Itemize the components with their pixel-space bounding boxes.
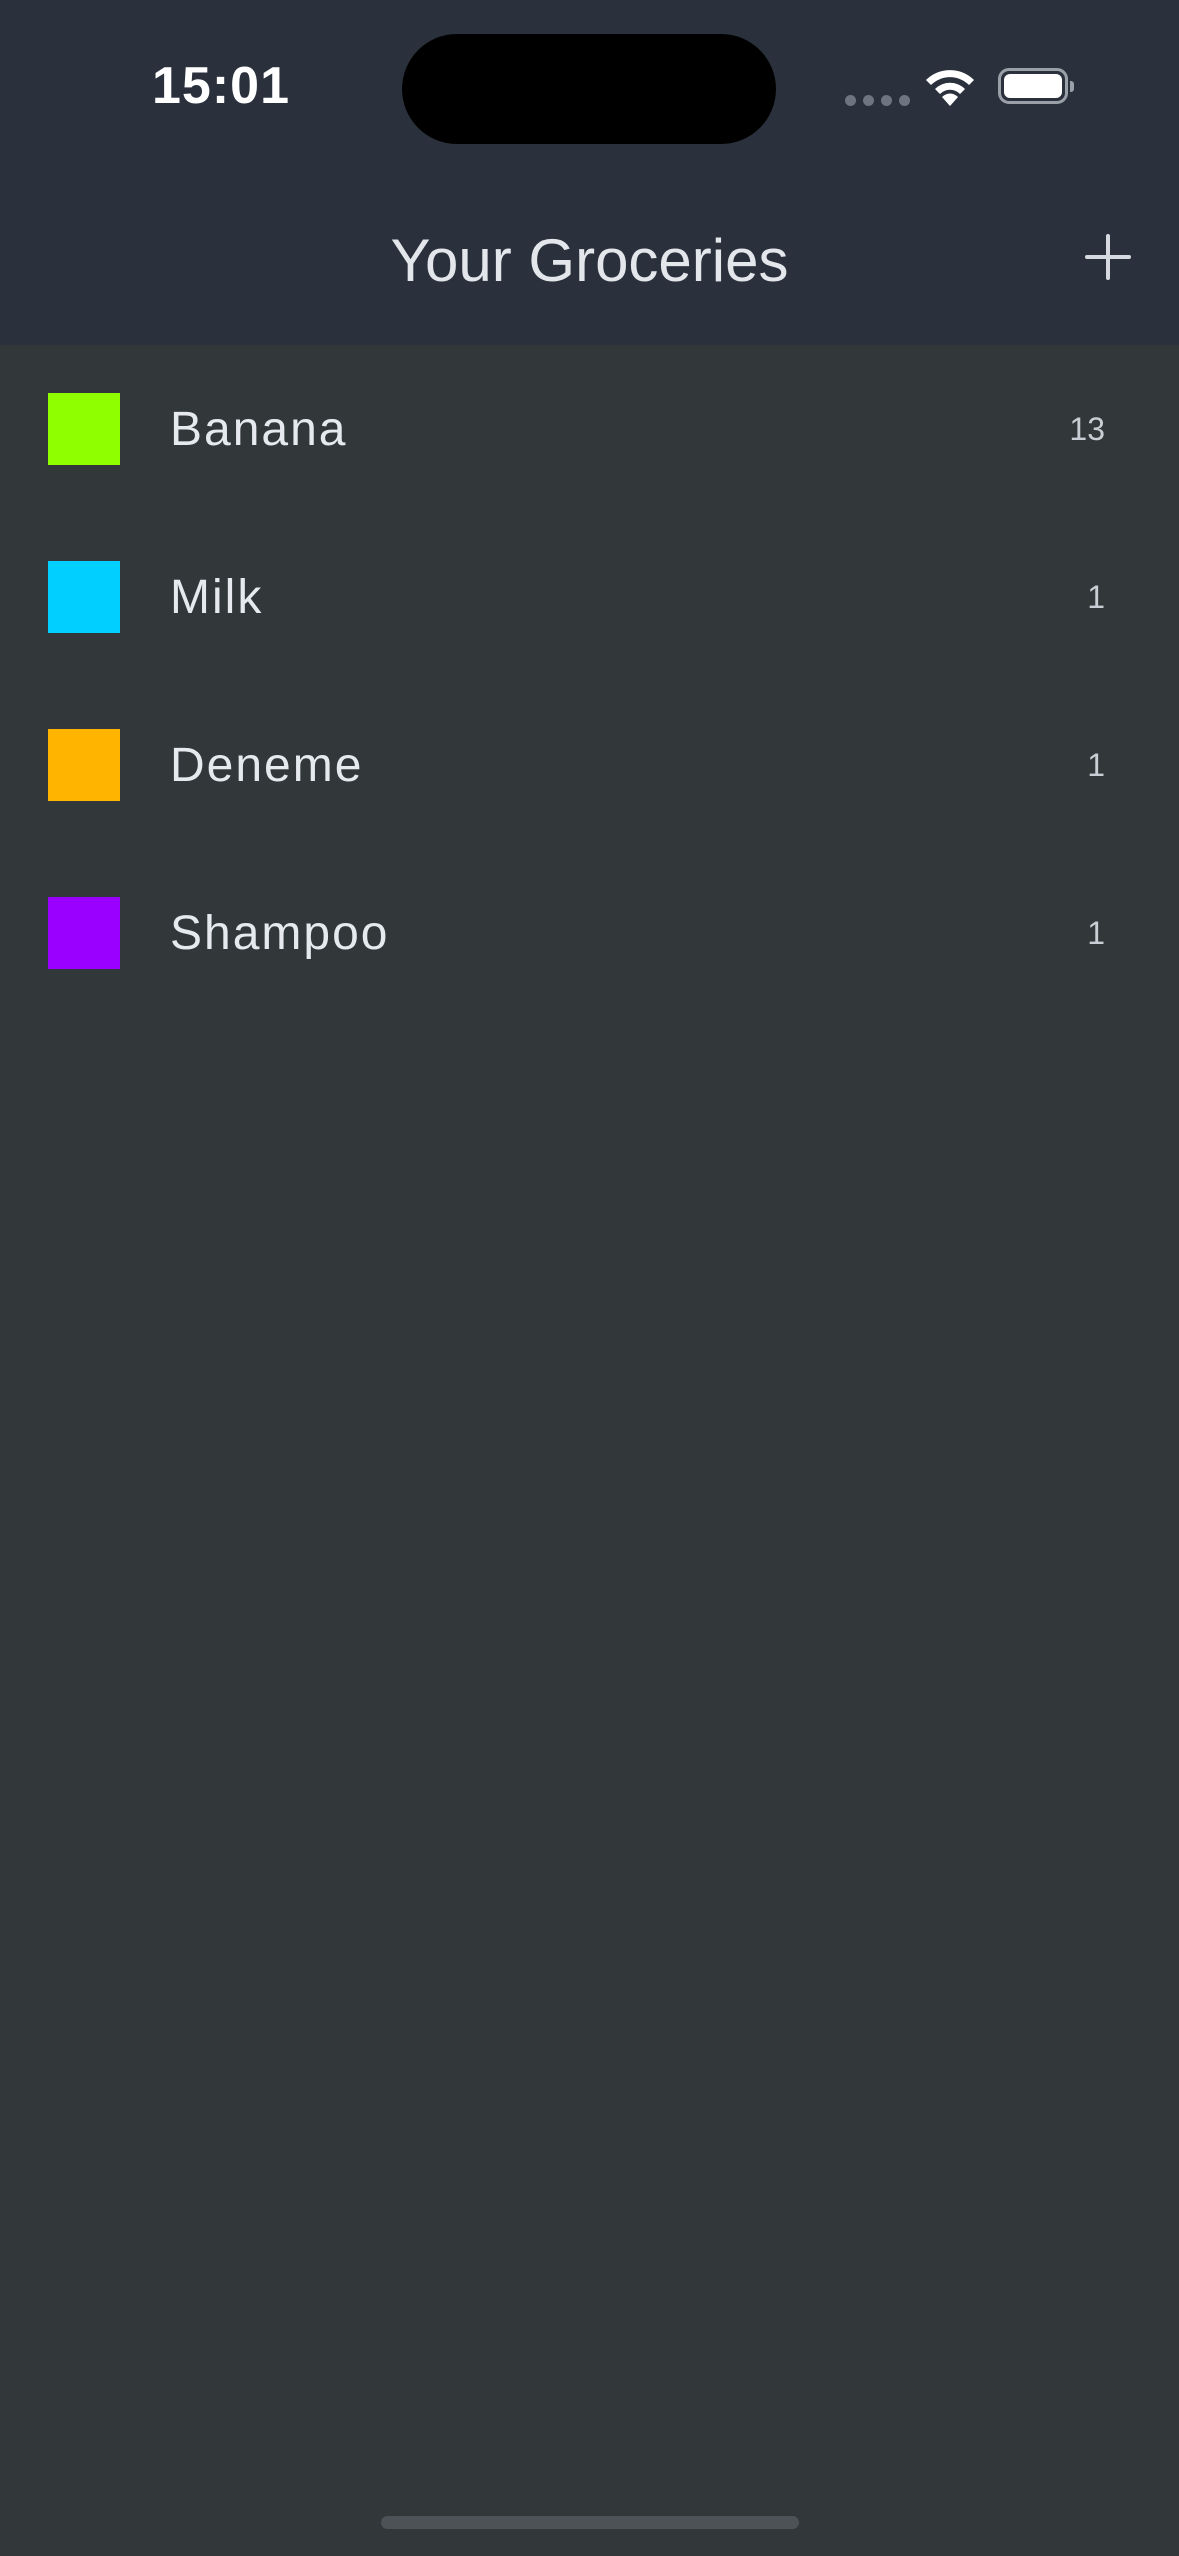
- status-time: 15:01: [152, 57, 290, 115]
- signal-dots-icon: [845, 95, 910, 106]
- item-name: Banana: [170, 403, 348, 456]
- list-item[interactable]: Shampoo 1: [0, 849, 1179, 1017]
- item-quantity: 1: [1087, 747, 1105, 783]
- item-quantity: 13: [1069, 411, 1105, 447]
- list-item[interactable]: Banana 13: [0, 345, 1179, 513]
- list-item[interactable]: Deneme 1: [0, 681, 1179, 849]
- dynamic-island: [402, 34, 776, 144]
- header: 15:01 Your Groceries: [0, 0, 1179, 345]
- home-indicator[interactable]: [381, 2516, 799, 2529]
- list-item[interactable]: Milk 1: [0, 513, 1179, 681]
- item-name: Milk: [170, 571, 264, 624]
- item-quantity: 1: [1087, 915, 1105, 951]
- add-button[interactable]: [1073, 222, 1143, 292]
- item-name: Shampoo: [170, 907, 390, 960]
- grocery-list: Banana 13 Milk 1 Deneme 1 Shampoo 1: [0, 345, 1179, 1017]
- color-swatch: [48, 393, 120, 465]
- color-swatch: [48, 561, 120, 633]
- item-name: Deneme: [170, 739, 364, 792]
- color-swatch: [48, 897, 120, 969]
- wifi-icon: [926, 70, 974, 106]
- battery-icon: [998, 68, 1074, 104]
- color-swatch: [48, 729, 120, 801]
- page-title: Your Groceries: [390, 227, 789, 294]
- item-quantity: 1: [1087, 579, 1105, 615]
